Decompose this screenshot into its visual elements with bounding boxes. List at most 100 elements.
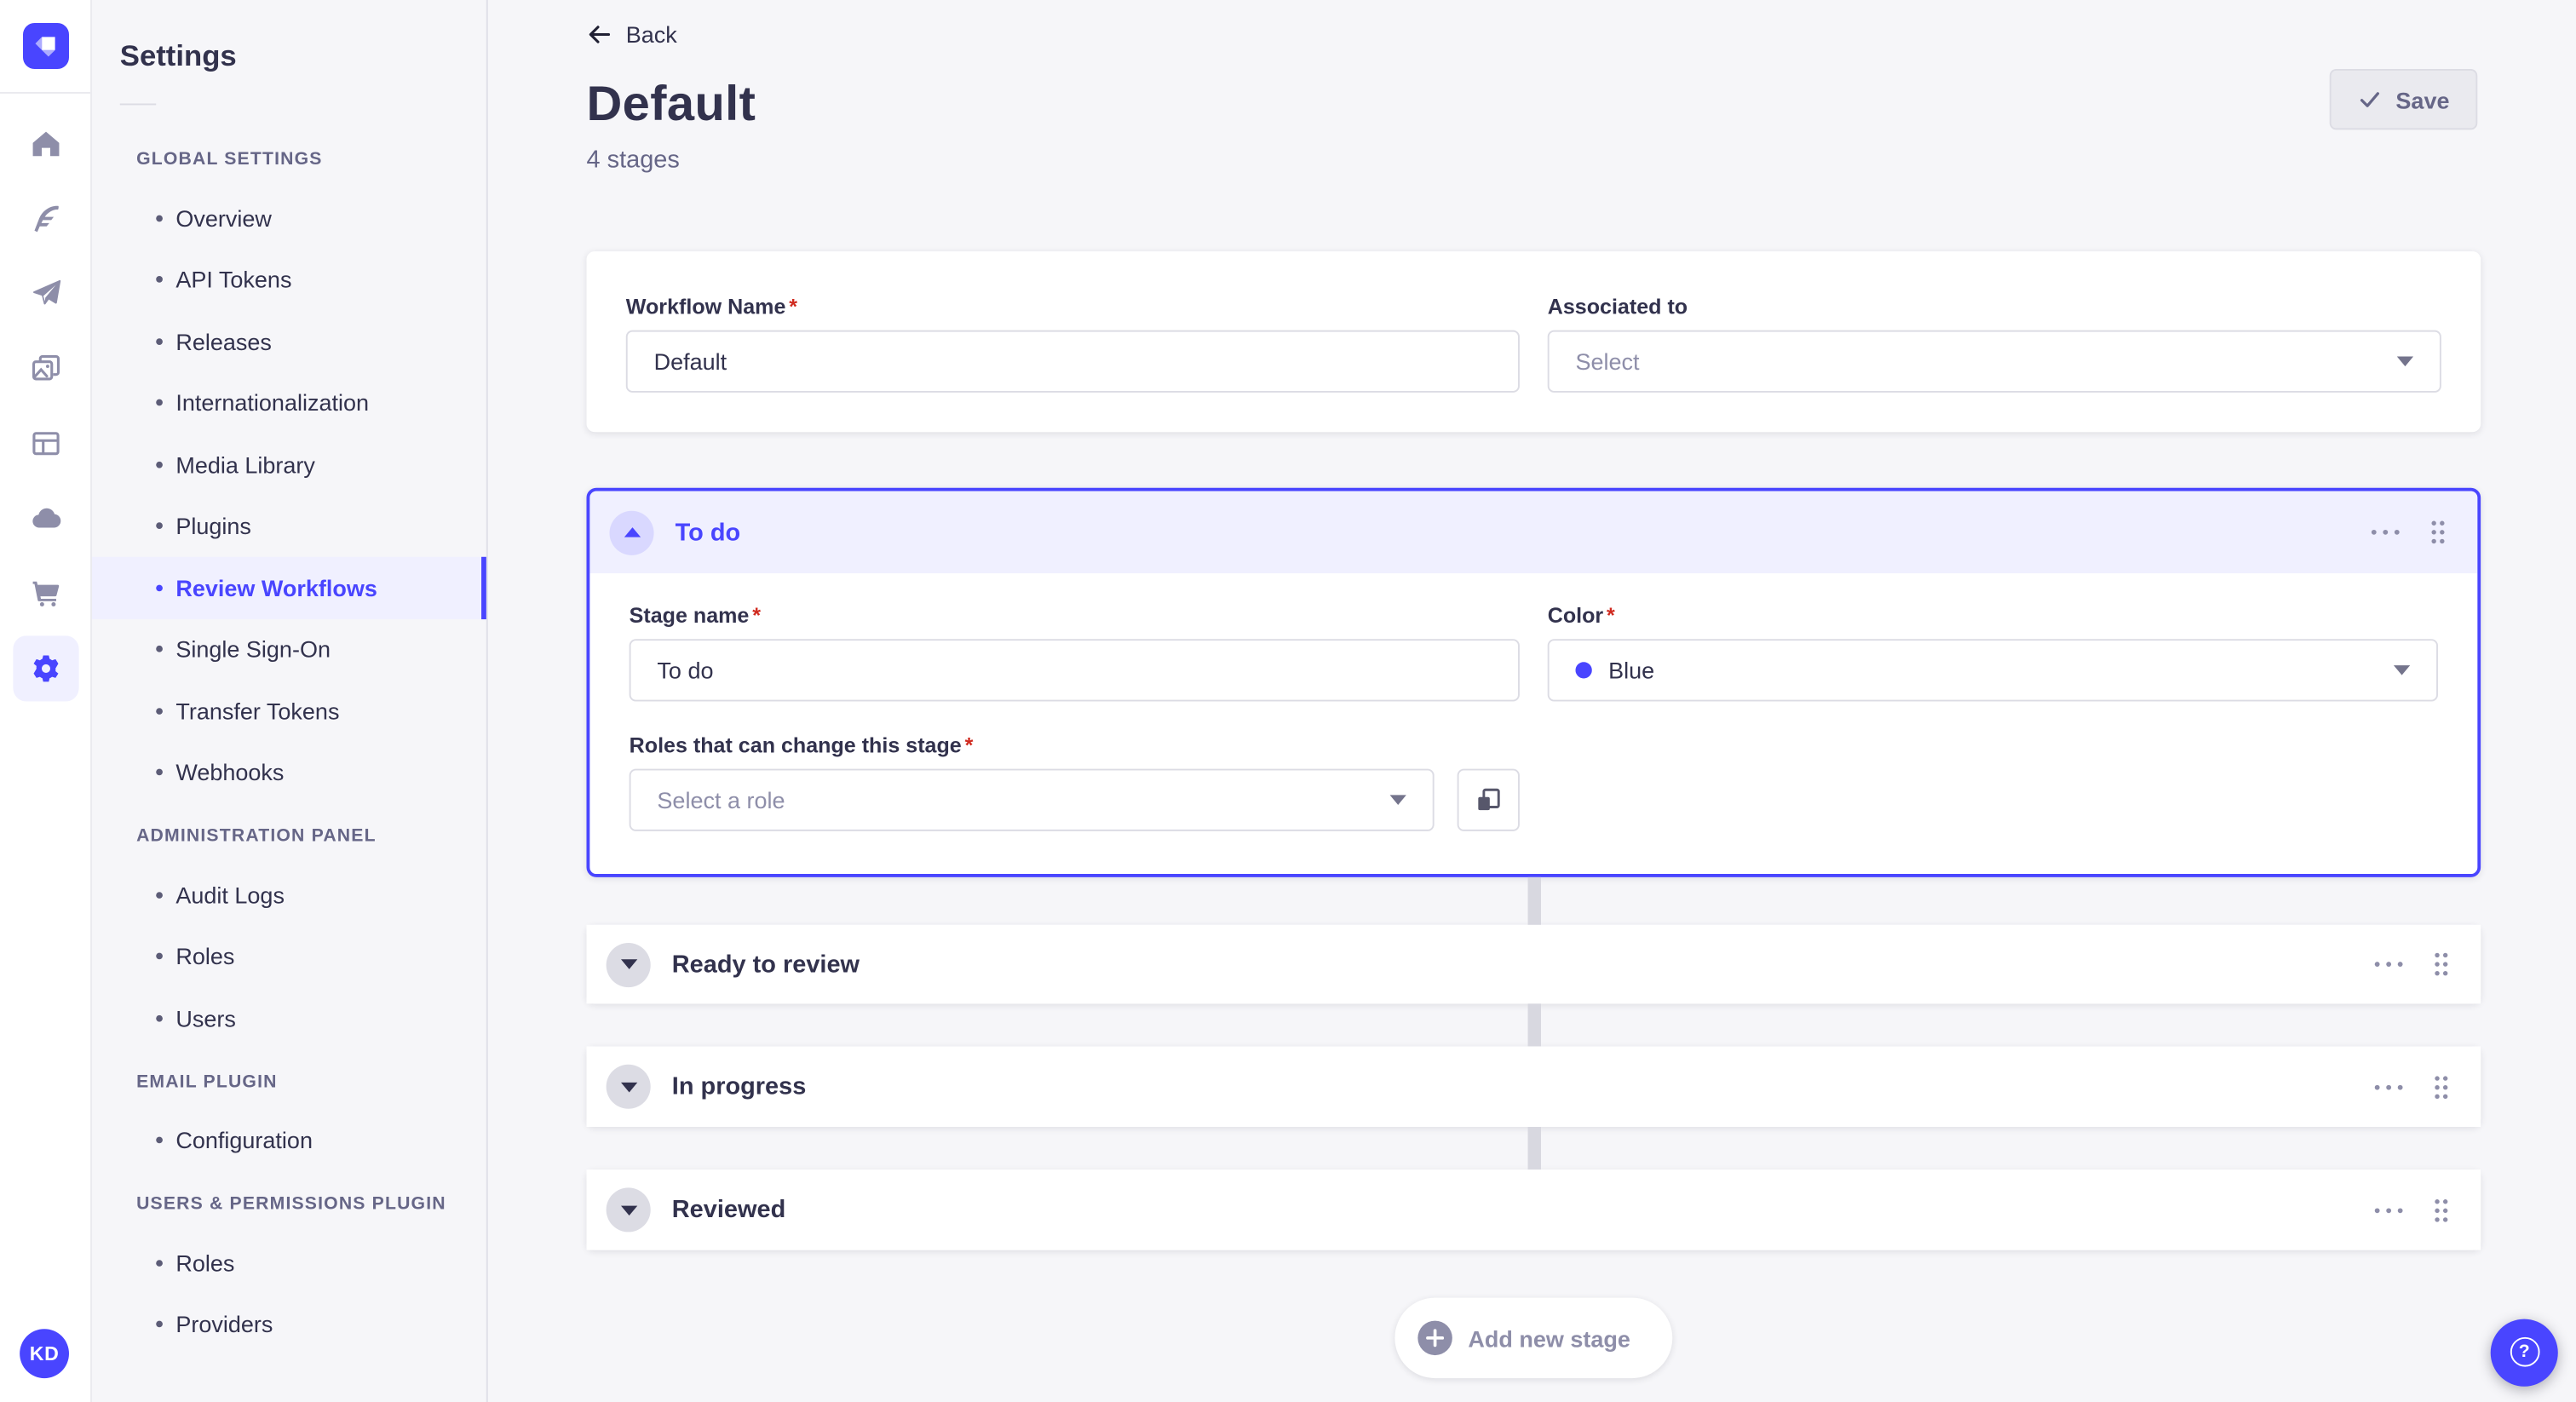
- workflow-editor: Workflow Name* Associated to Select: [488, 251, 2576, 1402]
- save-button[interactable]: Save: [2330, 68, 2478, 130]
- sidebar-item-internationalization[interactable]: Internationalization: [92, 372, 486, 434]
- strapi-logo[interactable]: [22, 22, 69, 69]
- expand-stage-button[interactable]: [606, 1187, 651, 1232]
- page-header: Back Default 4 stages Save: [488, 0, 2576, 174]
- drag-handle-icon[interactable]: [2431, 951, 2451, 978]
- sidebar-item-releases[interactable]: Releases: [92, 310, 486, 371]
- stage-card-in-progress: In progress: [586, 1046, 2481, 1127]
- stage-title: Reviewed: [671, 1195, 786, 1224]
- sidebar-item-single-sign-on[interactable]: Single Sign-On: [92, 618, 486, 680]
- media-images-icon[interactable]: [0, 335, 92, 400]
- sidebar-item-api-tokens[interactable]: API Tokens: [92, 249, 486, 310]
- administration-panel-list: Audit Logs Roles Users: [92, 864, 486, 1049]
- bullet-icon: [156, 215, 163, 221]
- bullet-icon: [156, 707, 163, 715]
- stage-connector: [586, 1126, 2481, 1170]
- stage-color-field: Color * Blue: [1547, 602, 2438, 702]
- question-mark-icon: ?: [2509, 1336, 2539, 1367]
- required-marker: *: [752, 602, 762, 628]
- bullet-icon: [156, 769, 163, 776]
- sidebar-item-transfer-tokens[interactable]: Transfer Tokens: [92, 680, 486, 741]
- feather-icon[interactable]: [0, 186, 92, 251]
- caret-down-icon: [620, 1204, 637, 1215]
- drag-handle-icon[interactable]: [2428, 519, 2447, 545]
- color-swatch-blue: [1575, 662, 1592, 679]
- associated-to-select[interactable]: Select: [1547, 330, 2441, 393]
- sidebar-item-plugins[interactable]: Plugins: [92, 495, 486, 556]
- bullet-icon: [156, 646, 163, 653]
- drag-handle-icon[interactable]: [2431, 1073, 2451, 1100]
- sidebar-item-webhooks[interactable]: Webhooks: [92, 742, 486, 803]
- duplicate-stage-button[interactable]: [1457, 768, 1520, 831]
- workflow-name-label: Workflow Name *: [625, 294, 798, 319]
- sidebar-item-media-library[interactable]: Media Library: [92, 434, 486, 495]
- chevron-down-icon: [2393, 665, 2411, 675]
- chevron-down-icon: [1389, 795, 1406, 805]
- required-marker: *: [789, 294, 798, 319]
- gear-icon[interactable]: [13, 635, 79, 702]
- back-link[interactable]: Back: [586, 21, 677, 48]
- associated-to-label: Associated to: [1547, 294, 1688, 319]
- required-marker: *: [964, 733, 974, 758]
- collapse-stage-button[interactable]: [609, 509, 654, 554]
- bullet-icon: [156, 953, 163, 960]
- bullet-icon: [156, 1321, 163, 1328]
- user-avatar[interactable]: KD: [20, 1329, 69, 1379]
- stage-options-menu-icon[interactable]: [2371, 529, 2401, 536]
- expand-stage-button[interactable]: [606, 1064, 651, 1109]
- users-permissions-list: Roles Providers: [92, 1232, 486, 1355]
- cart-icon[interactable]: [0, 560, 92, 626]
- stage-header-to-do[interactable]: To do: [589, 491, 2478, 574]
- stage-card-to-do: To do Stage name * To do Color * Blue Ro…: [586, 487, 2481, 877]
- required-marker: *: [1607, 602, 1615, 628]
- sidebar-item-configuration[interactable]: Configuration: [92, 1110, 486, 1171]
- stage-name-input[interactable]: [629, 639, 1520, 702]
- sidebar-item-users[interactable]: Users: [92, 987, 486, 1049]
- stage-header-ready-to-review[interactable]: Ready to review: [586, 924, 2481, 1004]
- bullet-icon: [156, 1259, 163, 1267]
- stage-header-in-progress[interactable]: In progress: [586, 1046, 2481, 1127]
- drag-handle-icon[interactable]: [2431, 1197, 2451, 1223]
- stage-roles-select[interactable]: Select a role: [629, 768, 1435, 831]
- stage-name-label: Stage name *: [629, 602, 762, 628]
- cloud-icon[interactable]: [0, 486, 92, 552]
- sidebar-item-up-roles[interactable]: Roles: [92, 1232, 486, 1293]
- bullet-icon: [156, 584, 163, 591]
- bullet-icon: [156, 399, 163, 406]
- stage-count: 4 stages: [586, 146, 680, 175]
- section-global-settings: GLOBAL SETTINGS: [136, 149, 323, 170]
- sidebar-item-admin-roles[interactable]: Roles: [92, 926, 486, 987]
- stage-options-menu-icon[interactable]: [2374, 1083, 2404, 1090]
- bullet-icon: [156, 1014, 163, 1022]
- workflow-name-input[interactable]: [625, 330, 1520, 393]
- stage-color-select[interactable]: Blue: [1547, 639, 2438, 702]
- expand-stage-button[interactable]: [606, 942, 651, 987]
- sidebar-item-overview[interactable]: Overview: [92, 187, 486, 249]
- caret-up-icon: [623, 527, 641, 537]
- stage-roles-label: Roles that can change this stage *: [629, 733, 974, 758]
- sidebar-item-audit-logs[interactable]: Audit Logs: [92, 864, 486, 925]
- send-icon[interactable]: [0, 260, 92, 325]
- stage-header-reviewed[interactable]: Reviewed: [586, 1169, 2481, 1250]
- help-button[interactable]: ?: [2490, 1318, 2558, 1386]
- bullet-icon: [156, 891, 163, 899]
- stage-connector: [586, 1003, 2481, 1047]
- logo-block: [0, 0, 91, 94]
- global-settings-list: Overview API Tokens Releases Internation…: [91, 187, 486, 803]
- arrow-left-icon: [586, 21, 612, 48]
- main-nav-rail: KD: [0, 0, 92, 1402]
- workflow-name-field: Workflow Name *: [625, 294, 1520, 393]
- section-administration-panel: ADMINISTRATION PANEL: [136, 826, 377, 847]
- sidebar-item-review-workflows[interactable]: Review Workflows: [91, 556, 486, 619]
- sidebar-item-providers[interactable]: Providers: [92, 1294, 486, 1355]
- layout-icon[interactable]: [0, 411, 92, 476]
- chevron-down-icon: [2396, 356, 2414, 367]
- home-icon[interactable]: [0, 112, 92, 177]
- add-new-stage-button[interactable]: Add new stage: [1394, 1297, 1674, 1379]
- email-plugin-list: Configuration: [92, 1110, 486, 1171]
- stage-color-label: Color *: [1547, 602, 1615, 628]
- stage-options-menu-icon[interactable]: [2374, 1207, 2404, 1214]
- section-users-permissions-plugin: USERS & PERMISSIONS PLUGIN: [136, 1194, 446, 1215]
- stage-options-menu-icon[interactable]: [2374, 961, 2404, 968]
- bullet-icon: [156, 522, 163, 530]
